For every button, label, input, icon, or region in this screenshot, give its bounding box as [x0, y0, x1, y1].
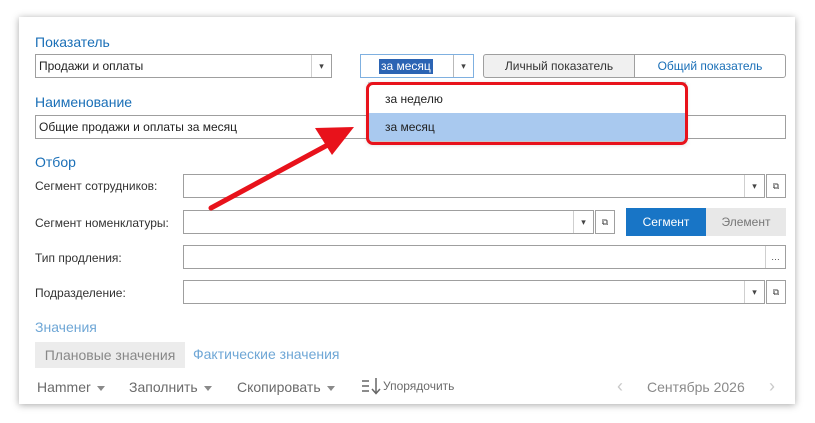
form-window: Показатель Продажи и оплаты ▾ за месяц ▾… — [19, 17, 795, 404]
annotation-arrow-icon — [208, 127, 354, 211]
